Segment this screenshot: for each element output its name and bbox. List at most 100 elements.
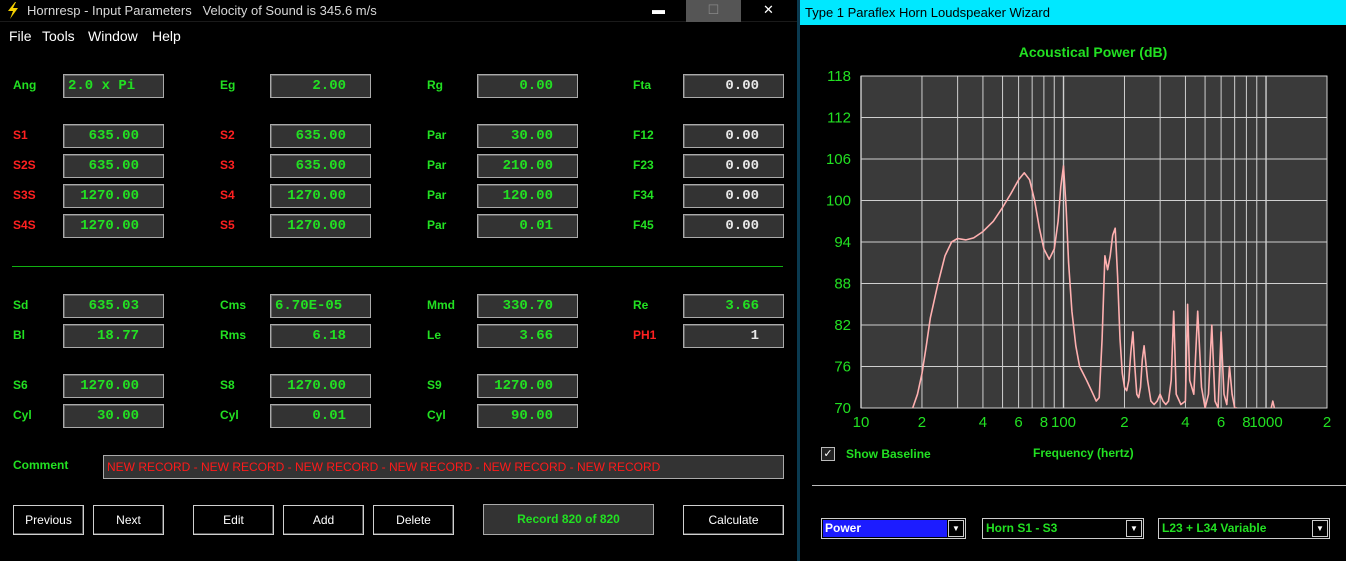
delete-button[interactable]: Delete bbox=[373, 505, 454, 535]
field-s2[interactable]: 635.00 bbox=[270, 124, 371, 148]
label-s1: S1 bbox=[13, 128, 28, 142]
record-status: Record 820 of 820 bbox=[483, 504, 654, 535]
field-cyl-2[interactable]: 0.01 bbox=[270, 404, 371, 428]
label-s4: S4 bbox=[220, 188, 235, 202]
field-s4[interactable]: 1270.00 bbox=[270, 184, 371, 208]
chevron-down-icon[interactable]: ▼ bbox=[948, 520, 964, 537]
field-fta[interactable]: 0.00 bbox=[683, 74, 784, 98]
field-eg[interactable]: 2.00 bbox=[270, 74, 371, 98]
window-title: Hornresp - Input Parameters Velocity of … bbox=[27, 3, 377, 18]
label-s5: S5 bbox=[220, 218, 235, 232]
mode-select[interactable]: Power ▼ bbox=[821, 518, 966, 539]
minimize-button[interactable]: ▬ bbox=[631, 0, 686, 22]
field-s8[interactable]: 1270.00 bbox=[270, 374, 371, 398]
field-rg[interactable]: 0.00 bbox=[477, 74, 578, 98]
field-ph1[interactable]: 1 bbox=[683, 324, 784, 348]
label-eg: Eg bbox=[220, 78, 236, 92]
field-f34[interactable]: 0.00 bbox=[683, 184, 784, 208]
y-tick-label: 76 bbox=[834, 359, 851, 376]
label-mmd: Mmd bbox=[427, 298, 455, 312]
field-f45[interactable]: 0.00 bbox=[683, 214, 784, 238]
field-s2s[interactable]: 635.00 bbox=[63, 154, 164, 178]
close-button[interactable]: ✕ bbox=[741, 0, 796, 22]
label-f12: F12 bbox=[633, 128, 654, 142]
variable-select-value: L23 + L34 Variable bbox=[1162, 521, 1267, 535]
x-tick-label: 4 bbox=[979, 414, 987, 431]
label-s9: S9 bbox=[427, 378, 442, 392]
field-s3s[interactable]: 1270.00 bbox=[63, 184, 164, 208]
label-par-1: Par bbox=[427, 128, 447, 142]
field-par-3[interactable]: 120.00 bbox=[477, 184, 578, 208]
field-re[interactable]: 3.66 bbox=[683, 294, 784, 318]
edit-button[interactable]: Edit bbox=[193, 505, 274, 535]
show-baseline-label: Show Baseline bbox=[846, 447, 931, 461]
label-f45: F45 bbox=[633, 218, 654, 232]
field-par-1[interactable]: 30.00 bbox=[477, 124, 578, 148]
chart-title: Acoustical Power (dB) bbox=[1018, 44, 1168, 60]
x-tick-label: 6 bbox=[1014, 414, 1022, 431]
field-par-2[interactable]: 210.00 bbox=[477, 154, 578, 178]
section-divider bbox=[12, 266, 783, 267]
label-cyl-2: Cyl bbox=[220, 408, 239, 422]
field-cms[interactable]: 6.70E-05 bbox=[270, 294, 371, 318]
field-s6[interactable]: 1270.00 bbox=[63, 374, 164, 398]
y-tick-label: 94 bbox=[834, 234, 851, 251]
field-le[interactable]: 3.66 bbox=[477, 324, 578, 348]
label-cyl-1: Cyl bbox=[13, 408, 32, 422]
input-parameters-window: Hornresp - Input Parameters Velocity of … bbox=[0, 0, 797, 561]
previous-button[interactable]: Previous bbox=[13, 505, 84, 535]
y-tick-label: 82 bbox=[834, 317, 851, 334]
label-par-2: Par bbox=[427, 158, 447, 172]
horn-select-value: Horn S1 - S3 bbox=[986, 521, 1058, 535]
label-s3s: S3S bbox=[13, 188, 36, 202]
label-ang: Ang bbox=[13, 78, 37, 92]
label-sd: Sd bbox=[13, 298, 29, 312]
field-cyl-1[interactable]: 30.00 bbox=[63, 404, 164, 428]
title-bar[interactable]: Type 1 Paraflex Horn Loudspeaker Wizard bbox=[800, 0, 1346, 25]
field-par-4[interactable]: 0.01 bbox=[477, 214, 578, 238]
field-mmd[interactable]: 330.70 bbox=[477, 294, 578, 318]
x-tick-label: 2 bbox=[1323, 414, 1331, 431]
field-f23[interactable]: 0.00 bbox=[683, 154, 784, 178]
menu-file[interactable]: File bbox=[9, 28, 32, 44]
field-sd[interactable]: 635.03 bbox=[63, 294, 164, 318]
horn-select[interactable]: Horn S1 - S3 ▼ bbox=[982, 518, 1144, 539]
title-bar[interactable]: Hornresp - Input Parameters Velocity of … bbox=[0, 0, 797, 22]
x-tick-label: 4 bbox=[1181, 414, 1189, 431]
field-s4s[interactable]: 1270.00 bbox=[63, 214, 164, 238]
y-tick-label: 112 bbox=[827, 110, 851, 127]
field-bl[interactable]: 18.77 bbox=[63, 324, 164, 348]
chevron-down-icon[interactable]: ▼ bbox=[1126, 520, 1142, 537]
label-s3: S3 bbox=[220, 158, 235, 172]
show-baseline-checkbox[interactable]: ✓ bbox=[821, 447, 835, 461]
label-rg: Rg bbox=[427, 78, 443, 92]
menu-tools[interactable]: Tools bbox=[42, 28, 75, 44]
field-f12[interactable]: 0.00 bbox=[683, 124, 784, 148]
add-button[interactable]: Add bbox=[283, 505, 364, 535]
label-cyl-3: Cyl bbox=[427, 408, 446, 422]
window-title: Type 1 Paraflex Horn Loudspeaker Wizard bbox=[805, 5, 1050, 20]
y-tick-label: 106 bbox=[826, 151, 851, 168]
field-ang[interactable]: 2.0 x Pi bbox=[63, 74, 164, 98]
maximize-button[interactable]: ☐ bbox=[686, 0, 741, 22]
comment-field[interactable]: NEW RECORD - NEW RECORD - NEW RECORD - N… bbox=[103, 455, 784, 479]
field-s5[interactable]: 1270.00 bbox=[270, 214, 371, 238]
variable-select[interactable]: L23 + L34 Variable ▼ bbox=[1158, 518, 1330, 539]
field-cyl-3[interactable]: 90.00 bbox=[477, 404, 578, 428]
field-s9[interactable]: 1270.00 bbox=[477, 374, 578, 398]
acoustical-power-chart: 1181121061009488827670 10 2 4 6 8 100 2 4 6 81000… bbox=[826, 68, 1331, 431]
menu-help[interactable]: Help bbox=[152, 28, 181, 44]
label-f34: F34 bbox=[633, 188, 654, 202]
chevron-down-icon[interactable]: ▼ bbox=[1312, 520, 1328, 537]
label-s2s: S2S bbox=[13, 158, 36, 172]
field-rms[interactable]: 6.18 bbox=[270, 324, 371, 348]
next-button[interactable]: Next bbox=[93, 505, 164, 535]
field-s1[interactable]: 635.00 bbox=[63, 124, 164, 148]
mode-select-value: Power bbox=[823, 520, 947, 537]
calculate-button[interactable]: Calculate bbox=[683, 505, 784, 535]
menu-window[interactable]: Window bbox=[88, 28, 138, 44]
field-s3[interactable]: 635.00 bbox=[270, 154, 371, 178]
x-tick-label: 10 bbox=[853, 414, 870, 431]
label-s2: S2 bbox=[220, 128, 235, 142]
paraflex-wizard-window: Type 1 Paraflex Horn Loudspeaker Wizard … bbox=[800, 0, 1346, 561]
